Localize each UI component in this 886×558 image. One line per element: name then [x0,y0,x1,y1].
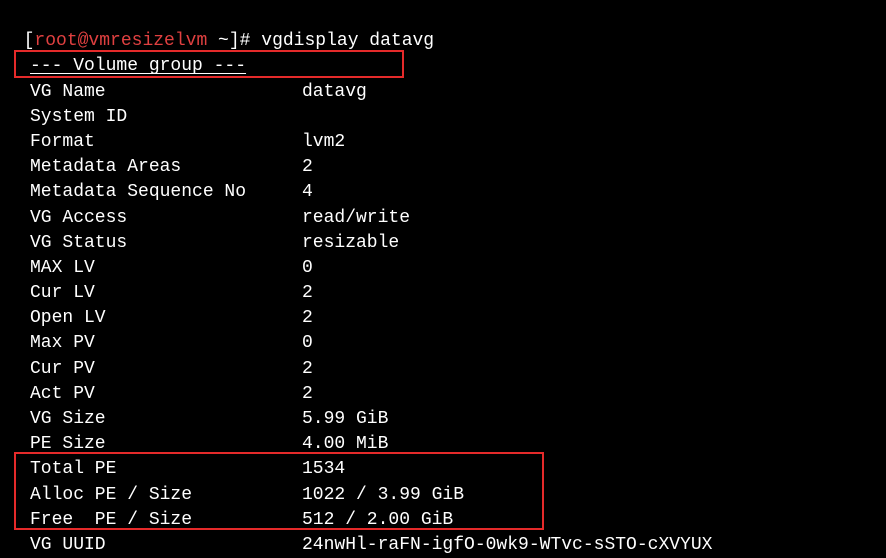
vg-row: Cur LV 2 [2,281,884,306]
row-label: VG UUID [2,533,302,558]
row-label: Free PE / Size [2,508,302,533]
row-value: 1534 [302,457,345,482]
prompt-open-bracket: [ [24,31,35,51]
row-label: VG Name [2,80,302,105]
row-label: VG Access [2,206,302,231]
row-value: resizable [302,231,399,256]
vg-row: VG UUID 24nwHl-raFN-igfO-0wk9-WTvc-sSTO-… [2,533,884,558]
row-value: 0 [302,331,313,356]
prompt-user-host: root@vmresizelvm [34,31,207,51]
row-label: Max PV [2,331,302,356]
vg-row: VG Status resizable [2,231,884,256]
row-label: Cur LV [2,281,302,306]
row-label: Open LV [2,306,302,331]
vg-row: Act PV 2 [2,382,884,407]
row-label: PE Size [2,432,302,457]
vg-row: System ID [2,105,884,130]
row-value: 4 [302,180,313,205]
vg-row: Metadata Areas 2 [2,155,884,180]
row-value: datavg [302,80,367,105]
vg-row: PE Size 4.00 MiB [2,432,884,457]
row-value: 4.00 MiB [302,432,388,457]
row-value: read/write [302,206,410,231]
vg-row: Total PE 1534 [2,457,884,482]
row-label: Format [2,130,302,155]
row-label: MAX LV [2,256,302,281]
vg-row: Max PV 0 [2,331,884,356]
row-label: Act PV [2,382,302,407]
vg-row: VG Access read/write [2,206,884,231]
prompt-symbol: # [240,31,262,51]
vg-row: MAX LV 0 [2,256,884,281]
row-label: Total PE [2,457,302,482]
row-value: 2 [302,281,313,306]
row-value: 5.99 GiB [302,407,388,432]
prompt-command: vgdisplay datavg [261,31,434,51]
vg-row: Metadata Sequence No 4 [2,180,884,205]
row-value: 1022 / 3.99 GiB [302,483,464,508]
row-label: Alloc PE / Size [2,483,302,508]
row-value: 512 / 2.00 GiB [302,508,453,533]
section-divider: --- Volume group --- [2,54,884,79]
row-value: 2 [302,382,313,407]
prompt-close-bracket: ] [229,31,240,51]
row-label: VG Size [2,407,302,432]
vg-row: VG Size 5.99 GiB [2,407,884,432]
vg-row: Free PE / Size 512 / 2.00 GiB [2,508,884,533]
row-label: Metadata Areas [2,155,302,180]
row-value: 2 [302,357,313,382]
row-value: lvm2 [302,130,345,155]
row-label: Metadata Sequence No [2,180,302,205]
row-value: 0 [302,256,313,281]
prompt-path: ~ [207,31,229,51]
row-value: 24nwHl-raFN-igfO-0wk9-WTvc-sSTO-cXVYUX [302,533,712,558]
vg-row: Format lvm2 [2,130,884,155]
row-value: 2 [302,306,313,331]
prompt-line: [root@vmresizelvm ~]# vgdisplay datavg [2,4,884,54]
row-label: Cur PV [2,357,302,382]
vg-row: Alloc PE / Size 1022 / 3.99 GiB [2,483,884,508]
vg-row: Cur PV 2 [2,357,884,382]
row-label: System ID [2,105,302,130]
vg-row: VG Name datavg [2,80,884,105]
vg-row: Open LV 2 [2,306,884,331]
row-label: VG Status [2,231,302,256]
row-value: 2 [302,155,313,180]
